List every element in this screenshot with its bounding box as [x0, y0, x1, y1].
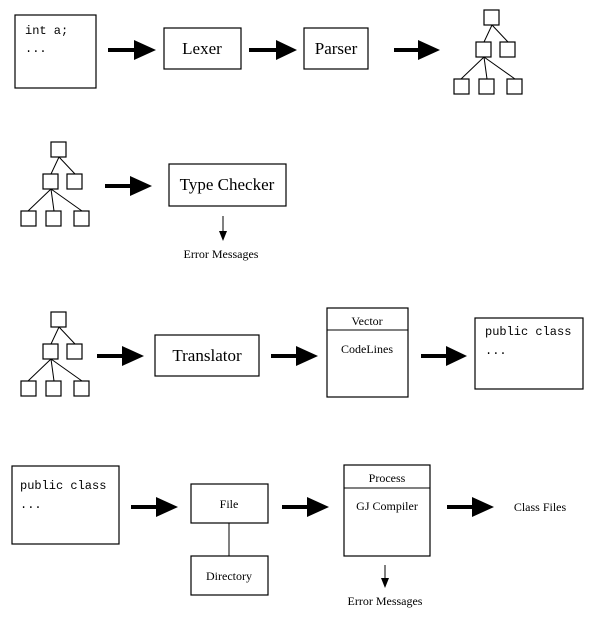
- arrow: [447, 497, 494, 517]
- arrow: [394, 40, 440, 60]
- source-code-box: int a; ...: [14, 14, 97, 89]
- process-box: Process GJ Compiler: [343, 464, 431, 557]
- arrow: [249, 40, 297, 60]
- svg-text:...: ...: [485, 344, 507, 358]
- parser-box: Parser: [303, 27, 369, 70]
- lexer-box: Lexer: [163, 27, 242, 70]
- arrow: [271, 346, 318, 366]
- arrow: [108, 40, 156, 60]
- error-messages-label: Error Messages: [348, 594, 423, 608]
- output-code-box: public class ...: [474, 317, 584, 390]
- file-box: File: [190, 483, 269, 524]
- compiler-pipeline-diagram: int a; ... Lexer Parser Type Checker Err…: [11, 9, 584, 608]
- svg-text:GJ Compiler: GJ Compiler: [356, 499, 418, 513]
- svg-text:Lexer: Lexer: [182, 39, 222, 58]
- syntax-tree: [453, 9, 523, 95]
- arrow: [131, 497, 178, 517]
- type-checker-box: Type Checker: [168, 163, 287, 207]
- svg-text:CodeLines: CodeLines: [341, 342, 393, 356]
- syntax-tree: [20, 311, 90, 397]
- svg-text:Translator: Translator: [172, 346, 242, 365]
- arrow: [282, 497, 329, 517]
- source-code-box: public class ...: [11, 465, 120, 545]
- svg-text:Type Checker: Type Checker: [180, 175, 275, 194]
- vector-codelines-box: Vector CodeLines: [326, 307, 409, 398]
- translator-box: Translator: [154, 334, 260, 377]
- arrow: [105, 176, 152, 196]
- arrow: [381, 565, 389, 588]
- svg-text:Process: Process: [369, 471, 406, 485]
- arrow: [421, 346, 467, 366]
- svg-text:Parser: Parser: [315, 39, 358, 58]
- svg-text:public class: public class: [485, 325, 571, 339]
- class-files-label: Class Files: [514, 500, 567, 514]
- svg-text:Vector: Vector: [351, 314, 382, 328]
- svg-text:public class: public class: [20, 479, 106, 493]
- arrow: [97, 346, 144, 366]
- svg-text:...: ...: [20, 498, 42, 512]
- error-messages-label: Error Messages: [184, 247, 259, 261]
- svg-text:File: File: [220, 497, 239, 511]
- code-line: ...: [25, 42, 47, 56]
- arrow: [219, 216, 227, 241]
- code-line: int a;: [25, 24, 68, 38]
- directory-box: Directory: [190, 555, 269, 596]
- svg-text:Directory: Directory: [206, 569, 252, 583]
- syntax-tree: [20, 141, 90, 227]
